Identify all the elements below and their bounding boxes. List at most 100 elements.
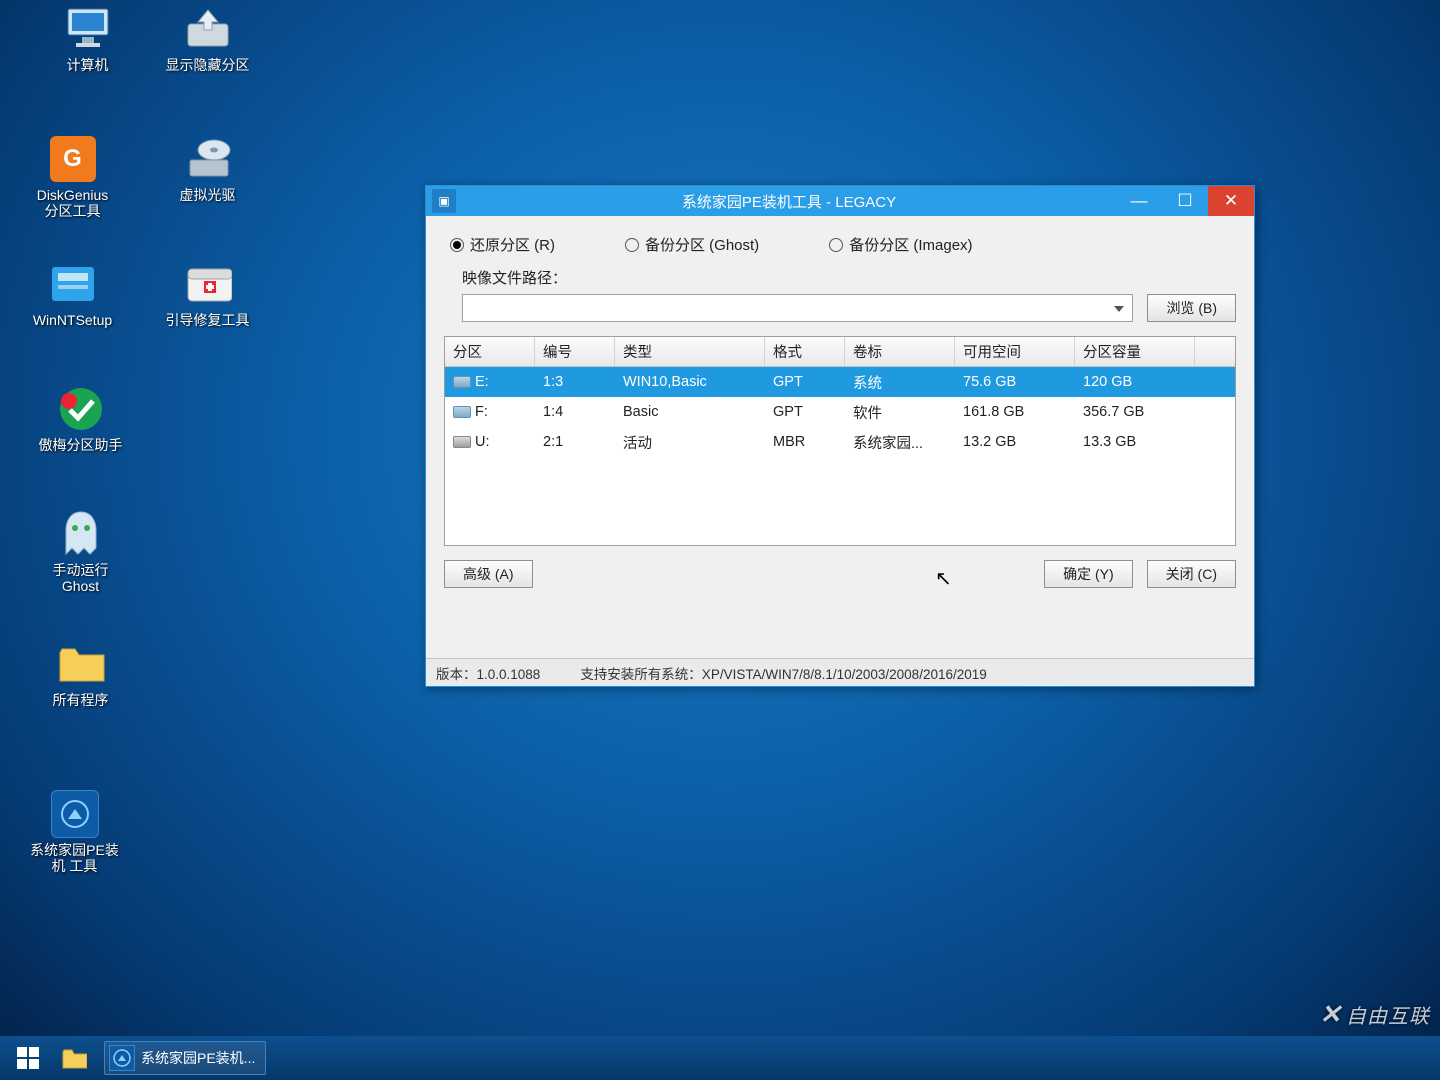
table-row[interactable]: F:1:4BasicGPT软件161.8 GB356.7 GB — [445, 397, 1235, 427]
desktop-icon-virtual-cd[interactable]: 虚拟光驱 — [155, 135, 260, 203]
radio-backup-ghost[interactable]: 备份分区 (Ghost) — [625, 234, 759, 255]
version-text: 版本：1.0.0.1088 — [436, 663, 540, 683]
cell-format: GPT — [765, 374, 845, 390]
partition-table: 分区 编号 类型 格式 卷标 可用空间 分区容量 E:1:3WIN10,Basi… — [444, 336, 1236, 546]
window-body: 还原分区 (R) 备份分区 (Ghost) 备份分区 (Imagex) 映像文件… — [426, 216, 1254, 658]
pe-installer-window: ▣ 系统家园PE装机工具 - LEGACY — ☐ ✕ 还原分区 (R) 备份分… — [425, 185, 1255, 687]
col-type[interactable]: 类型 — [615, 337, 765, 366]
ok-button[interactable]: 确定 (Y) — [1044, 560, 1133, 588]
close-window-button[interactable]: 关闭 (C) — [1147, 560, 1236, 588]
computer-icon — [64, 5, 112, 53]
desktop-icon-computer[interactable]: 计算机 — [35, 5, 140, 73]
boot-repair-icon — [184, 260, 232, 308]
radio-backup-imagex[interactable]: 备份分区 (Imagex) — [829, 234, 972, 255]
col-label[interactable]: 卷标 — [845, 337, 955, 366]
desktop-icon-label: 傲梅分区助手 — [28, 437, 133, 453]
desktop-icon-label: 系统家园PE装机 工具 — [22, 842, 127, 874]
cell-size: 120 GB — [1075, 374, 1195, 390]
disk-drive-icon — [453, 376, 471, 388]
winntsetup-icon — [49, 260, 97, 308]
desktop-icon-show-hidden[interactable]: 显示隐藏分区 — [155, 5, 260, 73]
desktop-icon-label: 引导修复工具 — [155, 312, 260, 328]
cell-type: WIN10,Basic — [615, 374, 765, 390]
desktop-icon-winntsetup[interactable]: WinNTSetup — [20, 260, 125, 328]
radio-dot-icon — [450, 238, 464, 252]
col-partition[interactable]: 分区 — [445, 337, 535, 366]
desktop-icon-ghost[interactable]: 手动运行Ghost — [28, 510, 133, 594]
desktop-icon-label: 所有程序 — [28, 692, 133, 708]
cell-format: MBR — [765, 434, 845, 450]
folder-icon — [61, 1045, 87, 1071]
image-path-label: 映像文件路径： — [444, 267, 1236, 294]
radio-label: 备份分区 (Ghost) — [645, 234, 759, 255]
pe-tool-icon — [109, 1045, 135, 1071]
col-format[interactable]: 格式 — [765, 337, 845, 366]
col-number[interactable]: 编号 — [535, 337, 615, 366]
desktop-icon-aomei[interactable]: 傲梅分区助手 — [28, 385, 133, 453]
minimize-button[interactable]: — — [1116, 186, 1162, 216]
watermark-text: 自由互联 — [1346, 1000, 1430, 1029]
taskbar-item-explorer[interactable] — [56, 1041, 98, 1075]
folder-icon — [57, 640, 105, 688]
watermark: ✕ 自由互联 — [1319, 999, 1430, 1030]
image-path-dropdown[interactable] — [462, 294, 1133, 322]
desktop-icon-boot-repair[interactable]: 引导修复工具 — [155, 260, 260, 328]
desktop-icon-label: 虚拟光驱 — [155, 187, 260, 203]
desktop-icon-diskgenius[interactable]: G DiskGenius分区工具 — [20, 135, 125, 219]
desktop-icon-label: 手动运行Ghost — [28, 562, 133, 594]
radio-dot-icon — [829, 238, 843, 252]
cell-number: 1:4 — [535, 404, 615, 420]
pe-tool-icon — [51, 790, 99, 838]
aomei-icon — [57, 385, 105, 433]
diskgenius-icon: G — [49, 135, 97, 183]
browse-button[interactable]: 浏览 (B) — [1147, 294, 1236, 322]
window-title: 系统家园PE装机工具 - LEGACY — [462, 191, 1116, 212]
desktop-icon-pe-tool[interactable]: 系统家园PE装机 工具 — [22, 790, 127, 874]
taskbar-item-label: 系统家园PE装机... — [141, 1048, 255, 1068]
desktop-icon-label: 显示隐藏分区 — [155, 57, 260, 73]
cell-partition: F: — [445, 404, 535, 420]
disk-drive-icon — [453, 406, 471, 418]
taskbar-item-pe-tool[interactable]: 系统家园PE装机... — [104, 1041, 266, 1075]
watermark-x-icon: ✕ — [1319, 999, 1342, 1030]
cell-partition: U: — [445, 434, 535, 450]
advanced-button[interactable]: 高级 (A) — [444, 560, 533, 588]
cell-label: 软件 — [845, 402, 955, 423]
col-size[interactable]: 分区容量 — [1075, 337, 1195, 366]
radio-label: 还原分区 (R) — [470, 234, 555, 255]
desktop-icon-label: 计算机 — [35, 57, 140, 73]
mode-radio-row: 还原分区 (R) 备份分区 (Ghost) 备份分区 (Imagex) — [444, 230, 1236, 267]
cell-partition: E: — [445, 374, 535, 390]
desktop-icon-label: DiskGenius分区工具 — [20, 187, 125, 219]
cell-format: GPT — [765, 404, 845, 420]
usb-drive-icon — [453, 436, 471, 448]
cell-number: 2:1 — [535, 434, 615, 450]
cell-number: 1:3 — [535, 374, 615, 390]
cell-size: 13.3 GB — [1075, 434, 1195, 450]
cell-free: 75.6 GB — [955, 374, 1075, 390]
cell-label: 系统家园... — [845, 432, 955, 453]
titlebar[interactable]: ▣ 系统家园PE装机工具 - LEGACY — ☐ ✕ — [426, 186, 1254, 216]
cell-free: 161.8 GB — [955, 404, 1075, 420]
statusbar: 版本：1.0.0.1088 支持安装所有系统：XP/VISTA/WIN7/8/8… — [426, 658, 1254, 686]
ghost-icon — [57, 510, 105, 558]
start-button[interactable] — [6, 1041, 50, 1075]
table-row[interactable]: E:1:3WIN10,BasicGPT系统75.6 GB120 GB — [445, 367, 1235, 397]
close-button[interactable]: ✕ — [1208, 186, 1254, 216]
cell-free: 13.2 GB — [955, 434, 1075, 450]
virtual-cd-icon — [184, 135, 232, 183]
table-row[interactable]: U:2:1活动MBR系统家园...13.2 GB13.3 GB — [445, 427, 1235, 457]
desktop-icon-label: WinNTSetup — [20, 312, 125, 328]
radio-restore[interactable]: 还原分区 (R) — [450, 234, 555, 255]
taskbar: 系统家园PE装机... — [0, 1036, 1440, 1080]
radio-dot-icon — [625, 238, 639, 252]
table-header: 分区 编号 类型 格式 卷标 可用空间 分区容量 — [445, 337, 1235, 367]
cell-size: 356.7 GB — [1075, 404, 1195, 420]
cell-label: 系统 — [845, 372, 955, 393]
desktop-icon-allprograms[interactable]: 所有程序 — [28, 640, 133, 708]
image-path-row: 浏览 (B) — [444, 294, 1236, 336]
radio-label: 备份分区 (Imagex) — [849, 234, 972, 255]
show-hidden-partition-icon — [184, 5, 232, 53]
maximize-button[interactable]: ☐ — [1162, 186, 1208, 216]
col-free[interactable]: 可用空间 — [955, 337, 1075, 366]
